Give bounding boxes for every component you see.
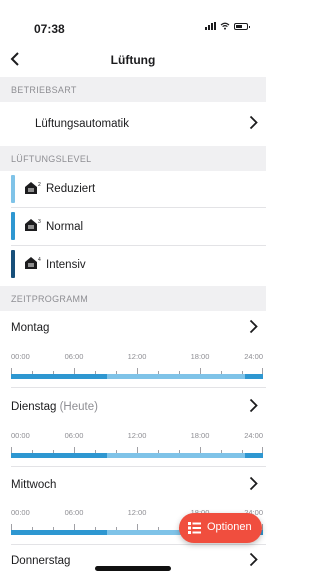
level-color-bar	[11, 212, 15, 240]
options-label: Optionen	[207, 521, 252, 533]
time-label: 12:00	[127, 431, 147, 440]
day-label: Montag	[11, 322, 50, 334]
timeline-segment	[11, 530, 107, 535]
svg-text:2: 2	[38, 182, 41, 188]
level-color-bar	[11, 175, 15, 203]
timeline-segment	[245, 453, 263, 458]
chevron-right-icon	[249, 551, 258, 572]
home-indicator[interactable]	[95, 566, 171, 571]
time-label: 12:00	[127, 352, 147, 361]
day-row-montag[interactable]: Montag	[0, 311, 266, 345]
day-label: Dienstag (Heute)	[11, 401, 98, 413]
chevron-right-icon	[249, 475, 258, 496]
status-icons	[205, 22, 250, 30]
house-fan-icon: 4	[25, 257, 41, 269]
time-label: 00:00	[11, 431, 30, 440]
level-row-reduziert[interactable]: 2 Reduziert	[0, 171, 266, 207]
signal-icon	[205, 22, 216, 30]
chevron-right-icon	[249, 318, 258, 339]
section-lueftungslevel: LÜFTUNGSLEVEL	[0, 146, 266, 171]
timeline-bar	[11, 374, 263, 379]
divider	[11, 466, 266, 467]
level-row-normal[interactable]: 3 Normal	[0, 208, 266, 245]
time-label: 06:00	[64, 508, 84, 517]
level-row-intensiv[interactable]: 4 Intensiv	[0, 246, 266, 284]
time-label: 24:00	[244, 352, 263, 361]
time-label: 00:00	[11, 352, 30, 361]
timeline-bar	[11, 453, 263, 458]
section-title: LÜFTUNGSLEVEL	[11, 154, 92, 164]
timeline-segment	[11, 453, 107, 458]
level-color-bar	[11, 250, 15, 278]
day-row-dienstag[interactable]: Dienstag (Heute)	[0, 390, 266, 424]
timeline-ticks	[11, 366, 263, 374]
time-label: 06:00	[64, 431, 84, 440]
page-title: Lüftung	[110, 53, 156, 67]
wifi-icon	[220, 22, 230, 30]
day-row-mittwoch[interactable]: Mittwoch	[0, 468, 266, 502]
section-zeitprogramm: ZEITPROGRAMM	[0, 286, 266, 311]
divider	[11, 387, 266, 388]
timeline-segment	[106, 453, 246, 458]
timeline-labels: 00:00 06:00 12:00 18:00 24:00	[11, 352, 263, 364]
time-label: 18:00	[190, 352, 210, 361]
list-icon	[188, 522, 201, 534]
day-label: Mittwoch	[11, 479, 57, 491]
timeline-segment	[11, 374, 107, 379]
status-time: 07:38	[34, 22, 65, 36]
house-fan-icon: 3	[25, 219, 41, 231]
section-betriebsart: BETRIEBSART	[0, 77, 266, 102]
day-label: Donnerstag	[11, 555, 71, 567]
time-label: 06:00	[64, 352, 84, 361]
chevron-right-icon	[249, 397, 258, 418]
status-bar: 07:38	[0, 0, 266, 40]
time-label: 24:00	[244, 431, 263, 440]
nav-bar: Lüftung	[0, 44, 266, 74]
time-label: 00:00	[11, 508, 30, 517]
betriebsart-value: Lüftungsautomatik	[35, 118, 129, 130]
svg-text:4: 4	[38, 257, 41, 263]
timeline-segment	[106, 374, 246, 379]
timeline-ticks	[11, 445, 263, 453]
house-fan-icon: 2	[25, 182, 41, 194]
options-button[interactable]: Optionen	[179, 513, 262, 543]
timeline-labels: 00:00 06:00 12:00 18:00 24:00	[11, 431, 263, 443]
level-label: Normal	[46, 220, 84, 233]
time-label: 12:00	[127, 508, 147, 517]
day-timeline: 00:00 06:00 12:00 18:00 24:00	[0, 431, 266, 465]
day-timeline: 00:00 06:00 12:00 18:00 24:00	[0, 352, 266, 386]
battery-icon	[234, 22, 250, 30]
level-label: Intensiv	[46, 259, 86, 271]
chevron-right-icon	[249, 114, 258, 135]
level-label: Reduziert	[46, 183, 96, 195]
time-label: 18:00	[190, 431, 210, 440]
divider	[11, 544, 266, 545]
section-title: BETRIEBSART	[11, 85, 77, 95]
svg-text:3: 3	[38, 219, 41, 225]
betriebsart-row[interactable]: Lüftungsautomatik	[0, 102, 266, 146]
timeline-segment	[245, 374, 263, 379]
section-title: ZEITPROGRAMM	[11, 294, 89, 304]
